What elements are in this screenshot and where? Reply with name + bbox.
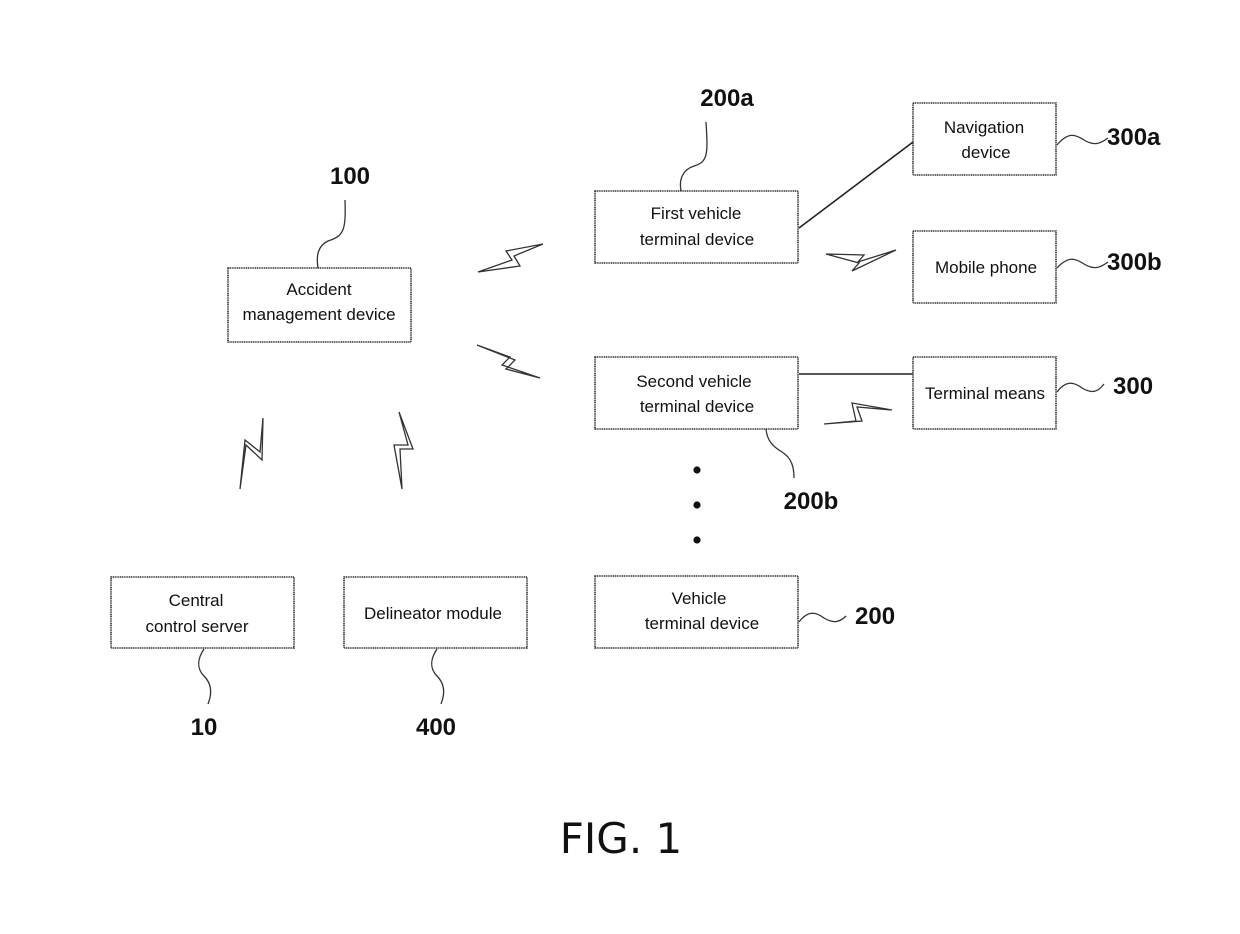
ref-numeral: 400 xyxy=(416,714,456,741)
node-label-line: Delineator module xyxy=(364,604,502,623)
ref-numeral: 200b xyxy=(784,488,839,515)
node-label-line: terminal device xyxy=(645,614,759,633)
ref-numeral: 300 xyxy=(1113,373,1153,400)
leader-line xyxy=(765,428,795,479)
wireless-bolt-icon xyxy=(476,344,541,379)
ref-numeral: 200 xyxy=(855,603,895,630)
wireless-bolt-icon xyxy=(393,411,414,490)
node-box xyxy=(594,575,799,649)
ref-numeral: 10 xyxy=(191,714,218,741)
node-label-line: Vehicle xyxy=(672,589,727,608)
node-accident-management-device: Accident management device 100 xyxy=(227,163,412,343)
leader-line xyxy=(798,612,847,623)
leader-line xyxy=(1056,134,1109,146)
node-delineator-module: Delineator module 400 xyxy=(343,576,528,741)
leader-line xyxy=(198,648,212,705)
node-label-line: Terminal means xyxy=(925,384,1045,403)
node-navigation-device: Navigation device 300a xyxy=(912,102,1161,176)
wireless-bolt-icon xyxy=(823,402,893,425)
leader-line xyxy=(1056,258,1109,269)
node-label-line: terminal device xyxy=(640,397,754,416)
ref-numeral: 200a xyxy=(700,85,754,112)
wireless-bolt-icon xyxy=(477,243,544,273)
node-first-vehicle-terminal-device: First vehicle terminal device 200a xyxy=(594,85,799,264)
node-second-vehicle-terminal-device: Second vehicle terminal device 200b xyxy=(594,356,839,515)
node-label-line: Mobile phone xyxy=(935,258,1037,277)
node-label-line: management device xyxy=(242,305,395,324)
node-box xyxy=(110,576,295,649)
ref-numeral: 300a xyxy=(1107,124,1161,151)
node-terminal-means: Terminal means 300 xyxy=(912,356,1153,430)
wireless-bolt-icon xyxy=(825,249,897,272)
leader-line xyxy=(316,199,346,269)
leader-line xyxy=(679,121,708,192)
node-label-line: Second vehicle xyxy=(636,372,751,391)
wireless-bolt-icon xyxy=(239,417,264,490)
node-box xyxy=(594,356,799,430)
node-label-line: Navigation xyxy=(944,118,1024,137)
block-diagram: Accident management device 100 First veh… xyxy=(110,85,1162,863)
leader-line xyxy=(431,648,445,705)
node-box xyxy=(912,102,1057,176)
figure-caption: FIG. 1 xyxy=(560,814,683,863)
ellipsis-dot xyxy=(693,501,701,509)
ellipsis-dot xyxy=(693,466,701,474)
node-label-line: control server xyxy=(146,617,249,636)
node-label-line: Central xyxy=(169,591,224,610)
vertical-ellipsis-icon xyxy=(693,466,701,544)
ref-numeral: 100 xyxy=(330,163,370,190)
ellipsis-dot xyxy=(693,536,701,544)
leader-line xyxy=(1056,382,1105,393)
ref-numeral: 300b xyxy=(1107,249,1162,276)
node-box xyxy=(594,190,799,264)
node-vehicle-terminal-device: Vehicle terminal device 200 xyxy=(594,575,895,649)
node-label-line: First vehicle xyxy=(651,204,742,223)
wired-link-first-vehicle-navigation xyxy=(798,141,914,229)
node-label-line: device xyxy=(961,143,1010,162)
node-mobile-phone: Mobile phone 300b xyxy=(912,230,1162,304)
node-label-line: terminal device xyxy=(640,230,754,249)
node-label-line: Accident xyxy=(286,280,351,299)
node-central-control-server: Central control server 10 xyxy=(110,576,295,741)
